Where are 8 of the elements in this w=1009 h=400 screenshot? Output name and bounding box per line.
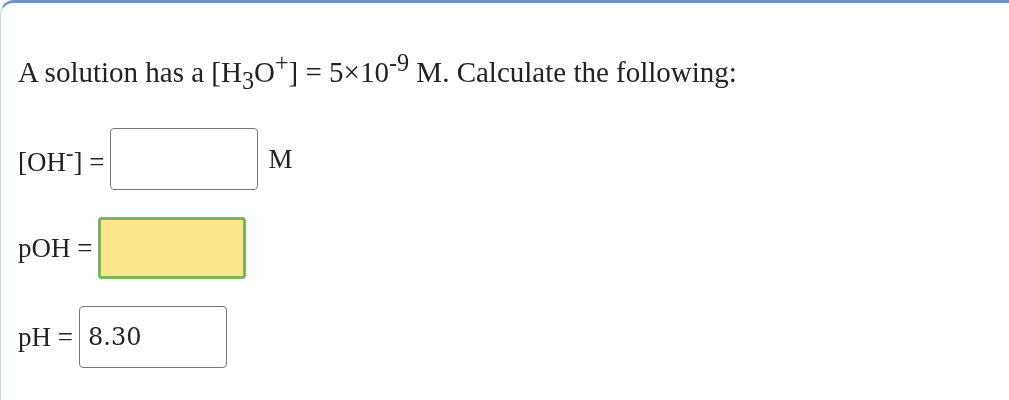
unit-label: M [268, 143, 293, 175]
answer-field[interactable] [98, 217, 247, 280]
field-label: [OH$^{-}$] = [18, 140, 105, 178]
field-label: pH = [18, 321, 73, 353]
question-text: A solution has a [H$_{3}$O$^{+}$] = 5×10$^{-9}$ M. Calculate the following: [18, 49, 738, 95]
answer-field[interactable] [110, 128, 259, 191]
answer-field[interactable]: 8.30 [79, 306, 227, 369]
field-label: pOH = [18, 232, 93, 264]
